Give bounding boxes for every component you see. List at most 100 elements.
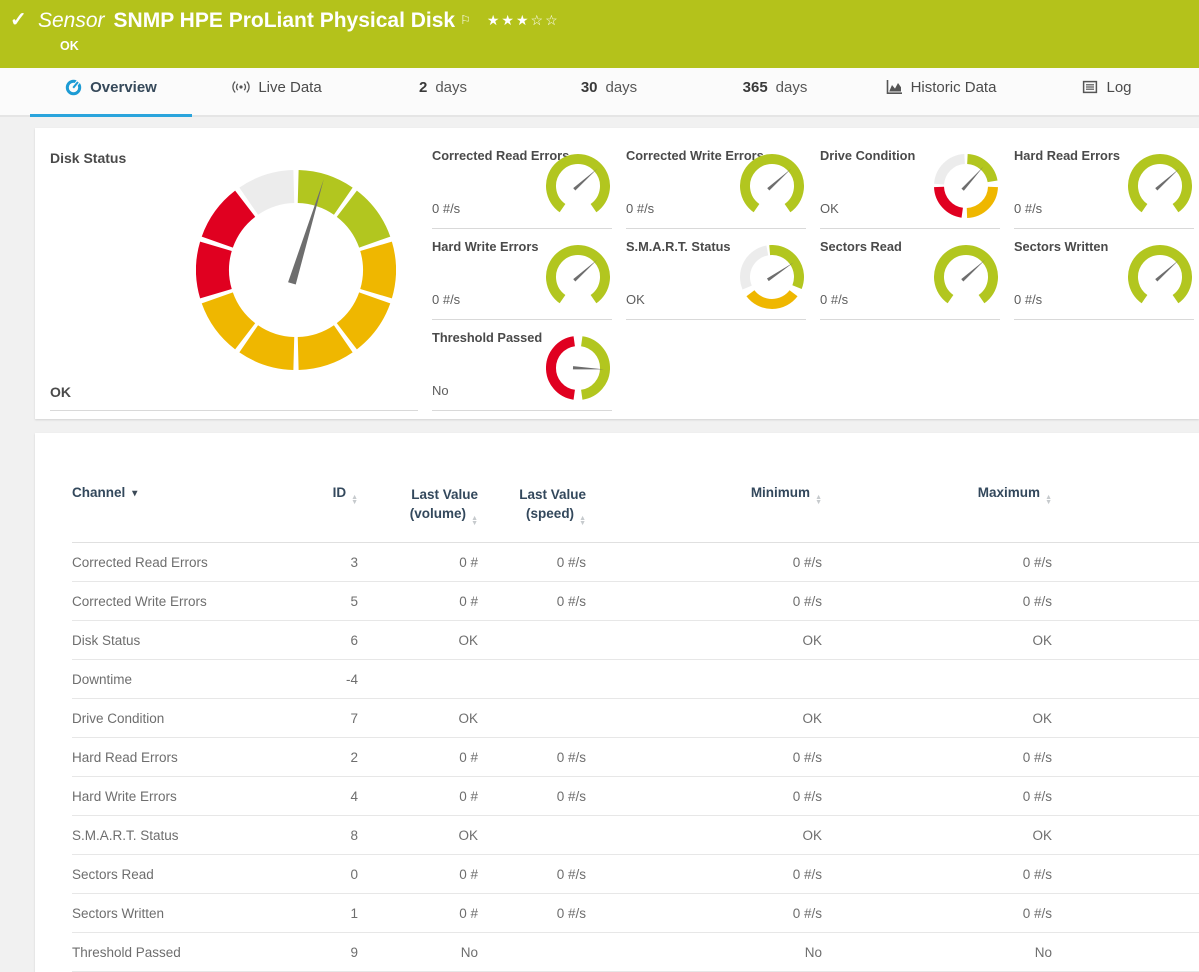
tab-overview[interactable]: Overview [28, 68, 194, 115]
gauge-value: OK [50, 384, 71, 400]
gauge-dial [546, 154, 610, 218]
value-cell [586, 660, 822, 699]
value-cell: 0 # [358, 543, 478, 582]
value-cell: No [822, 933, 1052, 972]
value-cell: OK [586, 699, 822, 738]
mini-gauge-panel[interactable]: Sectors Read0 #/s [820, 229, 1000, 320]
channel-name-cell[interactable]: Hard Write Errors [72, 777, 312, 816]
table-header-row: Channel▾ ID▲▼ Last Value(volume)▲▼ Last … [72, 485, 1199, 543]
value-cell: 0 # [358, 582, 478, 621]
tab-bar: Overview Live Data 2 days 30 days 365 da… [0, 68, 1199, 117]
table-row[interactable]: S.M.A.R.T. Status8OKOKOK [72, 816, 1199, 855]
sort-icon: ▲▼ [471, 516, 478, 526]
tab-log[interactable]: Log [1024, 68, 1190, 115]
column-label: Maximum [978, 485, 1040, 500]
gauge-dial [1128, 154, 1192, 218]
channel-name-cell[interactable]: Drive Condition [72, 699, 312, 738]
channel-name-cell[interactable]: Threshold Passed [72, 933, 312, 972]
value-cell [478, 816, 586, 855]
mini-gauge-panel[interactable]: Drive ConditionOK [820, 138, 1000, 229]
value-cell: 0 #/s [478, 777, 586, 816]
value-cell: OK [822, 699, 1052, 738]
gauge-value: 0 #/s [1014, 201, 1042, 216]
mini-gauge-panel[interactable]: Hard Write Errors0 #/s [432, 229, 612, 320]
tab-label: days [776, 79, 808, 96]
value-cell: 1 [312, 894, 358, 933]
mini-gauge-panel[interactable]: Sectors Written0 #/s [1014, 229, 1194, 320]
gauge-icon [65, 79, 82, 96]
channel-name-cell[interactable]: Sectors Read [72, 855, 312, 894]
value-cell: OK [358, 621, 478, 660]
table-row[interactable]: Sectors Written10 #0 #/s0 #/s0 #/s [72, 894, 1199, 933]
disk-status-gauge-panel[interactable]: Disk Status OK [50, 138, 418, 411]
gauge-value: OK [820, 201, 839, 216]
table-row[interactable]: Hard Write Errors40 #0 #/s0 #/s0 #/s [72, 777, 1199, 816]
tab-label-number: 2 [419, 79, 427, 96]
channel-name-cell[interactable]: Corrected Write Errors [72, 582, 312, 621]
gauge-value: 0 #/s [432, 201, 460, 216]
table-row[interactable]: Downtime-4 [72, 660, 1199, 699]
historic-data-icon [886, 80, 903, 95]
value-cell: 0 #/s [586, 777, 822, 816]
table-row[interactable]: Sectors Read00 #0 #/s0 #/s0 #/s [72, 855, 1199, 894]
filler-cell [1052, 660, 1199, 699]
tab-label-number: 365 [743, 79, 768, 96]
channel-name-cell[interactable]: S.M.A.R.T. Status [72, 816, 312, 855]
column-header-id[interactable]: ID▲▼ [312, 485, 358, 543]
sensor-name: SNMP HPE ProLiant Physical Disk [114, 9, 456, 32]
channel-name-cell[interactable]: Disk Status [72, 621, 312, 660]
channel-name-cell[interactable]: Downtime [72, 660, 312, 699]
mini-gauge-panel[interactable]: S.M.A.R.T. StatusOK [626, 229, 806, 320]
table-row[interactable]: Corrected Read Errors30 #0 #/s0 #/s0 #/s [72, 543, 1199, 582]
column-label: ID [333, 485, 347, 500]
value-cell [478, 699, 586, 738]
filler-cell [1052, 816, 1199, 855]
channels-panel: Channel▾ ID▲▼ Last Value(volume)▲▼ Last … [35, 433, 1199, 972]
column-header-last-value-speed[interactable]: Last Value(speed)▲▼ [478, 485, 586, 543]
gauge-value: 0 #/s [1014, 292, 1042, 307]
column-label: Last Value [519, 485, 586, 504]
value-cell: 0 #/s [586, 855, 822, 894]
column-label: Last Value [411, 485, 478, 504]
mini-gauge-panel[interactable]: Corrected Write Errors0 #/s [626, 138, 806, 229]
live-data-icon [232, 80, 250, 94]
value-cell: 0 #/s [478, 855, 586, 894]
tab-historic-data[interactable]: Historic Data [858, 68, 1024, 115]
column-label: (speed) [526, 506, 574, 521]
value-cell: 0 # [358, 777, 478, 816]
channel-name-cell[interactable]: Hard Read Errors [72, 738, 312, 777]
table-row[interactable]: Threshold Passed9NoNoNo [72, 933, 1199, 972]
sort-icon: ▲▼ [815, 495, 822, 505]
mini-gauge-panel[interactable]: Hard Read Errors0 #/s [1014, 138, 1194, 229]
column-header-minimum[interactable]: Minimum▲▼ [586, 485, 822, 543]
tab-live-data[interactable]: Live Data [194, 68, 360, 115]
column-header-channel[interactable]: Channel▾ [72, 485, 312, 543]
filler-cell [1052, 621, 1199, 660]
flag-icon[interactable]: ⚐ [460, 7, 471, 33]
gauge-dial [934, 154, 998, 218]
priority-stars[interactable]: ★★★☆☆ [487, 12, 560, 28]
table-row[interactable]: Corrected Write Errors50 #0 #/s0 #/s0 #/… [72, 582, 1199, 621]
column-header-last-value-volume[interactable]: Last Value(volume)▲▼ [358, 485, 478, 543]
tab-365-days[interactable]: 365 days [692, 68, 858, 115]
channel-name-cell[interactable]: Sectors Written [72, 894, 312, 933]
filler-cell [1052, 543, 1199, 582]
filler-cell [1052, 777, 1199, 816]
mini-gauge-panel[interactable]: Threshold PassedNo [432, 320, 612, 411]
value-cell: 0 #/s [478, 894, 586, 933]
channel-name-cell[interactable]: Corrected Read Errors [72, 543, 312, 582]
tab-label: days [435, 79, 467, 96]
gauge-dial [546, 245, 610, 309]
table-row[interactable]: Hard Read Errors20 #0 #/s0 #/s0 #/s [72, 738, 1199, 777]
tab-30-days[interactable]: 30 days [526, 68, 692, 115]
value-cell [478, 933, 586, 972]
tab-2-days[interactable]: 2 days [360, 68, 526, 115]
mini-gauge-panel[interactable]: Corrected Read Errors0 #/s [432, 138, 612, 229]
tab-label: days [606, 79, 638, 96]
channels-table: Channel▾ ID▲▼ Last Value(volume)▲▼ Last … [72, 485, 1199, 972]
gauge-dial [934, 245, 998, 309]
table-row[interactable]: Drive Condition7OKOKOK [72, 699, 1199, 738]
table-row[interactable]: Disk Status6OKOKOK [72, 621, 1199, 660]
column-header-maximum[interactable]: Maximum▲▼ [822, 485, 1052, 543]
value-cell: 4 [312, 777, 358, 816]
